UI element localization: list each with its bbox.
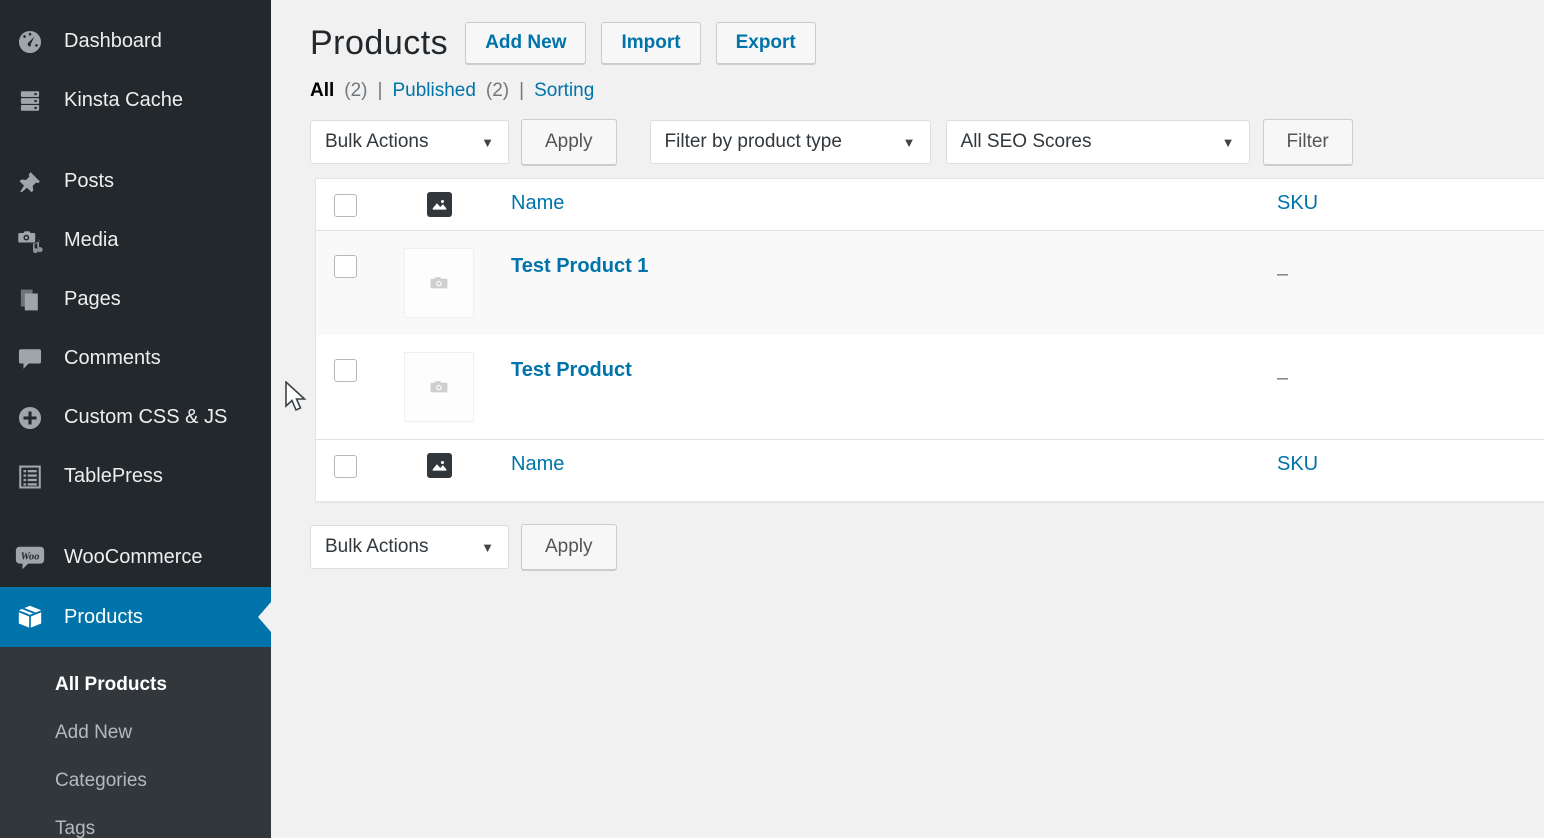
sidebar-item-label: Comments [64, 347, 161, 370]
view-all-count: (2) [344, 80, 367, 102]
add-new-button[interactable]: Add New [465, 22, 586, 64]
sidebar-separator [0, 130, 271, 152]
product-thumbnail-placeholder[interactable] [404, 248, 474, 318]
chevron-down-icon: ▼ [1222, 135, 1235, 150]
sidebar-item-pages[interactable]: Pages [0, 270, 271, 329]
product-name-link[interactable]: Test Product 1 [511, 255, 648, 277]
pages-icon [14, 287, 46, 313]
sku-column-header[interactable]: SKU [1277, 453, 1318, 475]
chevron-down-icon: ▼ [481, 540, 494, 555]
separator: | [378, 80, 383, 102]
name-column-header[interactable]: Name [511, 453, 564, 475]
page-header: Products Add New Import Export [310, 22, 1544, 64]
products-submenu: All Products Add New Categories Tags [0, 647, 271, 838]
sku-value: – [1277, 263, 1288, 285]
tablenav-top: Bulk Actions ▼ Apply Filter by product t… [310, 119, 1544, 165]
sidebar-item-label: Posts [64, 170, 114, 193]
view-published-link[interactable]: Published [392, 80, 475, 102]
view-filter-links: All (2) | Published (2) | Sorting [310, 80, 1544, 102]
chevron-down-icon: ▼ [481, 135, 494, 150]
dashboard-icon [14, 29, 46, 55]
import-button[interactable]: Import [601, 22, 700, 64]
sidebar-item-label: WooCommerce [64, 546, 203, 569]
sidebar-separator [0, 506, 271, 528]
name-column-header[interactable]: Name [511, 192, 564, 214]
submenu-item-label: Tags [55, 818, 95, 838]
sidebar-item-label: Custom CSS & JS [64, 406, 227, 429]
product-name-link[interactable]: Test Product [511, 359, 632, 381]
sidebar-item-custom-css-js[interactable]: Custom CSS & JS [0, 388, 271, 447]
image-column-icon [427, 453, 452, 478]
sidebar-item-kinsta-cache[interactable]: Kinsta Cache [0, 71, 271, 130]
select-all-checkbox[interactable] [334, 194, 357, 217]
table-footer-row: Name SKU [316, 439, 1544, 501]
submenu-item-add-new[interactable]: Add New [0, 709, 271, 757]
sidebar-item-comments[interactable]: Comments [0, 329, 271, 388]
admin-content: Products Add New Import Export All (2) |… [271, 0, 1544, 838]
server-icon [14, 88, 46, 114]
sidebar-item-dashboard[interactable]: Dashboard [0, 12, 271, 71]
chevron-down-icon: ▼ [903, 135, 916, 150]
select-all-checkbox[interactable] [334, 455, 357, 478]
sidebar-item-posts[interactable]: Posts [0, 152, 271, 211]
svg-text:Woo: Woo [21, 551, 40, 562]
bulk-actions-select[interactable]: Bulk Actions ▼ [310, 120, 509, 164]
product-thumbnail-placeholder[interactable] [404, 352, 474, 422]
sku-column-header[interactable]: SKU [1277, 192, 1318, 214]
sidebar-item-label: Media [64, 229, 118, 252]
bulk-actions-select[interactable]: Bulk Actions ▼ [310, 525, 509, 569]
table-row: Test Product 1 – [316, 231, 1544, 335]
woo-badge-icon: Woo [14, 543, 46, 573]
tablenav-bottom: Bulk Actions ▼ Apply [310, 524, 1544, 570]
filter-button[interactable]: Filter [1263, 119, 1353, 165]
sidebar-item-tablepress[interactable]: TablePress [0, 447, 271, 506]
bulk-actions-label: Bulk Actions [325, 536, 429, 558]
sidebar-item-label: Kinsta Cache [64, 89, 183, 112]
product-type-filter-label: Filter by product type [665, 131, 842, 153]
sidebar-item-label: Products [64, 606, 143, 629]
sidebar-item-label: Pages [64, 288, 121, 311]
media-icon [14, 228, 46, 254]
row-checkbox[interactable] [334, 255, 357, 278]
submenu-item-label: Add New [55, 722, 132, 744]
view-published-count: (2) [486, 80, 509, 102]
product-type-filter-select[interactable]: Filter by product type ▼ [650, 120, 931, 164]
sidebar-item-label: TablePress [64, 465, 163, 488]
table-row: Test Product – [316, 335, 1544, 439]
row-checkbox[interactable] [334, 359, 357, 382]
product-box-icon [14, 603, 46, 631]
submenu-item-tags[interactable]: Tags [0, 805, 271, 838]
pushpin-icon [14, 169, 46, 195]
sidebar-item-label: Dashboard [64, 30, 162, 53]
placeholder-camera-icon [427, 375, 451, 399]
table-list-icon [14, 464, 46, 490]
export-button[interactable]: Export [716, 22, 816, 64]
sidebar-item-products[interactable]: Products [0, 587, 271, 647]
products-table: Name SKU Test Product 1 – [315, 178, 1544, 502]
view-all-link[interactable]: All [310, 80, 334, 102]
seo-scores-filter-label: All SEO Scores [961, 131, 1092, 153]
submenu-item-categories[interactable]: Categories [0, 757, 271, 805]
page-title: Products [310, 24, 448, 63]
submenu-item-all-products[interactable]: All Products [0, 661, 271, 709]
image-column-icon [427, 192, 452, 217]
submenu-item-label: All Products [55, 674, 167, 696]
submenu-item-label: Categories [55, 770, 147, 792]
apply-button[interactable]: Apply [521, 119, 617, 165]
separator: | [519, 80, 524, 102]
sku-value: – [1277, 367, 1288, 389]
sidebar-item-media[interactable]: Media [0, 211, 271, 270]
admin-sidebar: Dashboard Kinsta Cache Posts Media Pages… [0, 0, 271, 838]
table-header-row: Name SKU [316, 179, 1544, 231]
plus-circle-icon [14, 405, 46, 431]
placeholder-camera-icon [427, 271, 451, 295]
apply-button[interactable]: Apply [521, 524, 617, 570]
seo-scores-filter-select[interactable]: All SEO Scores ▼ [946, 120, 1250, 164]
comment-icon [14, 346, 46, 372]
bulk-actions-label: Bulk Actions [325, 131, 429, 153]
sidebar-item-woocommerce[interactable]: Woo WooCommerce [0, 528, 271, 587]
view-sorting-link[interactable]: Sorting [534, 80, 594, 102]
